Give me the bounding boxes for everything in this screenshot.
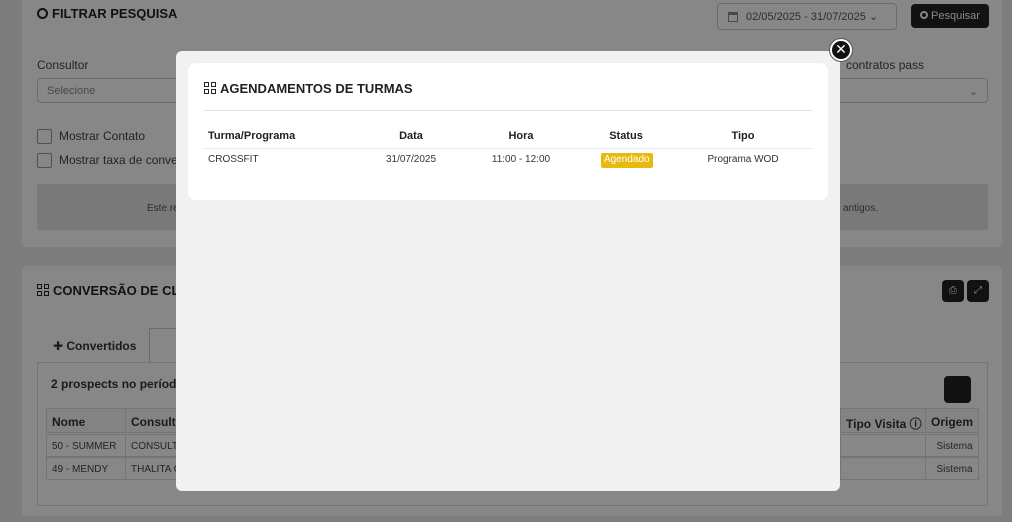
col-header-data: Data [399,130,423,142]
grid-icon [204,82,216,94]
header-divider [204,148,812,149]
close-modal-button[interactable]: ✕ [830,39,852,61]
col-header-hora: Hora [508,130,534,142]
close-icon: ✕ [835,41,847,57]
col-header-tipo: Tipo [731,130,755,142]
status-badge: Agendado [601,153,653,168]
cell-data: 31/07/2025 [385,154,437,165]
cell-hora: 11:00 - 12:00 [491,154,551,165]
cell-turma: CROSSFIT [208,154,259,165]
modal-title-text: AGENDAMENTOS DE TURMAS [220,81,413,96]
title-divider [204,110,812,111]
modal-title: AGENDAMENTOS DE TURMAS [204,81,413,96]
col-header-turma: Turma/Programa [208,130,296,142]
cell-tipo: Programa WOD [707,154,779,165]
col-header-status: Status [609,130,643,142]
